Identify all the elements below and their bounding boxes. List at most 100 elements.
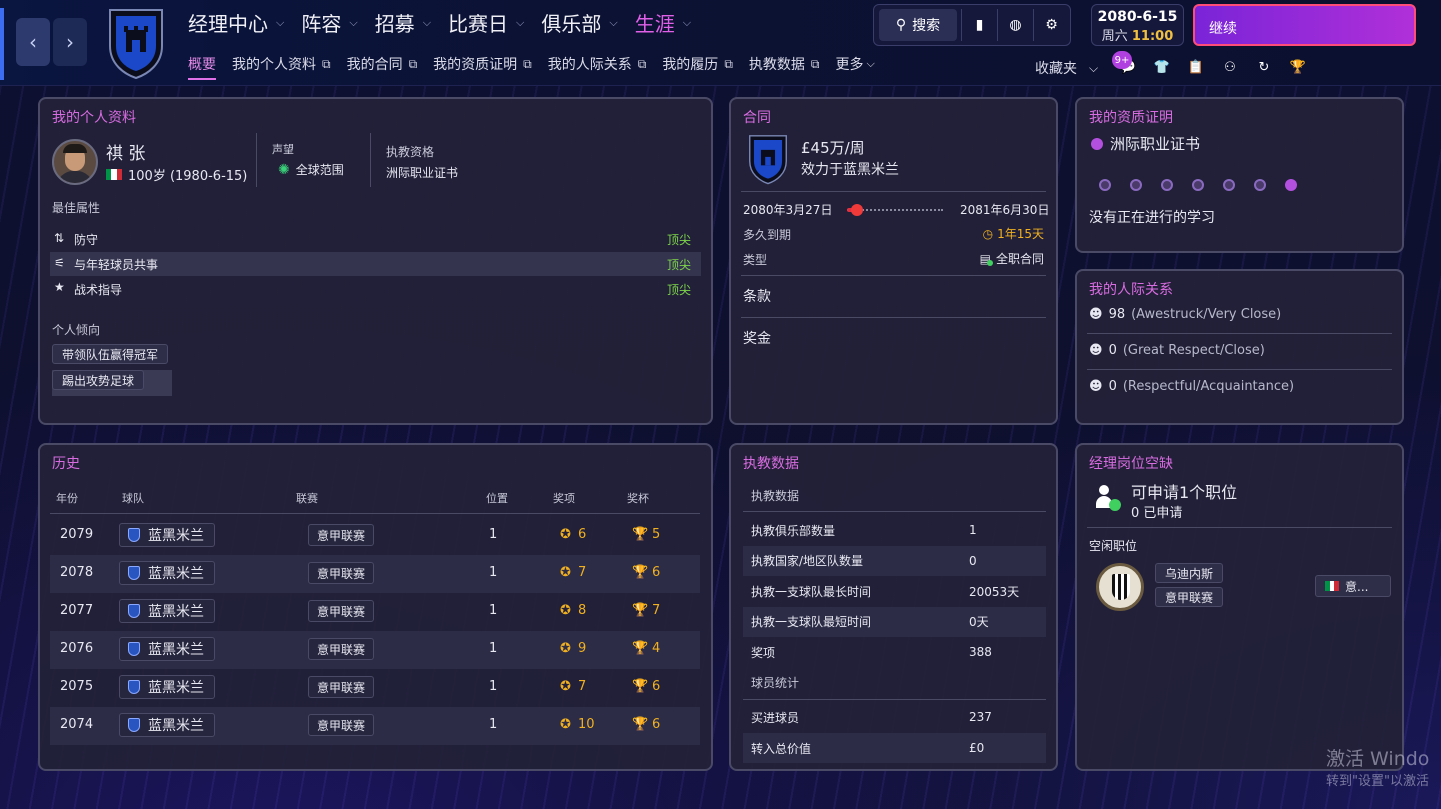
table-row[interactable]: 2075 蓝黑米兰 意甲联赛 1 ✪ 7 🏆 6 xyxy=(50,669,700,707)
panel-title[interactable]: 我的个人资料 xyxy=(52,107,136,127)
team-tag[interactable]: 蓝黑米兰 xyxy=(119,561,215,585)
league-tag[interactable]: 意甲联赛 xyxy=(308,524,375,546)
table-row[interactable]: 2078 蓝黑米兰 意甲联赛 1 ✪ 7 🏆 6 xyxy=(50,555,700,593)
tab-more[interactable]: 更多 ⌵ xyxy=(835,54,874,74)
league-tag[interactable]: 意甲联赛 xyxy=(308,562,375,584)
main-nav: 经理中心 ⌵ 阵容 ⌵ 招募 ⌵ 比赛日 ⌵ 俱乐部 ⌵ 生涯 ⌵ xyxy=(188,8,708,37)
relationship-row[interactable]: ☻ 0 (Respectful/Acquaintance) xyxy=(1089,379,1294,394)
col-header[interactable]: 球队 xyxy=(122,490,144,506)
position-cell: 1 xyxy=(489,717,498,732)
avatar xyxy=(52,139,98,185)
team-tag[interactable]: 蓝黑米兰 xyxy=(119,637,215,661)
panel-title[interactable]: 合同 xyxy=(743,107,771,127)
tab-qualifications[interactable]: 我的资质证明 ⧉ xyxy=(433,54,532,74)
team-tag[interactable]: 蓝黑米兰 xyxy=(119,675,215,699)
tab-contract[interactable]: 我的合同 ⧉ xyxy=(347,54,418,74)
trophy-icon: 🏆 xyxy=(632,565,649,580)
col-header[interactable]: 联赛 xyxy=(296,490,318,506)
external-link-icon: ⧉ xyxy=(523,56,532,71)
col-header[interactable]: 年份 xyxy=(56,490,78,506)
league-tag[interactable]: 意甲联赛 xyxy=(308,676,375,698)
league-tag[interactable]: 意甲联赛 xyxy=(308,714,375,736)
tab-overview[interactable]: 概要 xyxy=(188,54,216,80)
position-cell: 1 xyxy=(489,679,498,694)
activation-watermark-sub: 转到"设置"以激活 xyxy=(1326,774,1429,789)
awards-cell: 6 xyxy=(578,527,587,542)
vacancy-league[interactable]: 意甲联赛 xyxy=(1155,587,1224,607)
team-tag[interactable]: 蓝黑米兰 xyxy=(119,713,215,737)
shirt-icon: 👕 xyxy=(1153,59,1171,75)
scout-button[interactable]: ⚇ xyxy=(1218,55,1242,79)
game-date[interactable]: 2080-6-15 周六 11:00 xyxy=(1091,4,1184,46)
col-header[interactable]: 奖项 xyxy=(553,490,575,506)
awards-cell: 7 xyxy=(578,679,587,694)
tendency-label: 个人倾向 xyxy=(52,323,101,337)
bonus-label[interactable]: 奖金 xyxy=(743,328,771,348)
udinese-crest-icon[interactable] xyxy=(1096,563,1144,611)
continue-button[interactable]: 继续 xyxy=(1193,4,1416,46)
nav-matchday[interactable]: 比赛日 ⌵ xyxy=(448,8,524,37)
bookmark-button[interactable]: ▮ xyxy=(961,9,997,41)
clauses-label[interactable]: 条款 xyxy=(743,286,771,306)
toolbox: ⚲ 搜索 ▮ ◍ ⚙ xyxy=(873,4,1071,46)
relationship-row[interactable]: ☻ 0 (Great Respect/Close) xyxy=(1089,343,1265,358)
year-cell: 2074 xyxy=(60,717,94,732)
tab-coaching-stats[interactable]: 执教数据 ⧉ xyxy=(749,54,820,74)
kit-button[interactable]: 👕 xyxy=(1150,55,1174,79)
stat-row: 转入总价值 £0 xyxy=(743,733,1046,763)
settings-button[interactable]: ⚙ xyxy=(1033,9,1069,41)
position-cell: 1 xyxy=(489,641,498,656)
panel-title[interactable]: 执教数据 xyxy=(743,453,799,473)
trophy-button[interactable]: 🏆 xyxy=(1286,55,1310,79)
attribute-row: ⚟ 与年轻球员共事 顶尖 xyxy=(50,252,701,276)
league-tag[interactable]: 意甲联赛 xyxy=(308,638,375,660)
team-tag[interactable]: 蓝黑米兰 xyxy=(119,523,215,547)
study-status: 没有正在进行的学习 xyxy=(1089,210,1215,226)
table-row[interactable]: 2076 蓝黑米兰 意甲联赛 1 ✪ 9 🏆 4 xyxy=(50,631,700,669)
league-tag[interactable]: 意甲联赛 xyxy=(308,600,375,622)
nav-recruitment[interactable]: 招募 ⌵ xyxy=(375,8,431,37)
license-step xyxy=(1192,179,1204,191)
club-crest-icon xyxy=(128,528,140,542)
license-step xyxy=(1130,179,1142,191)
tab-profile[interactable]: 我的个人资料 ⧉ xyxy=(232,54,331,74)
header-accent xyxy=(0,8,4,80)
favorites-dropdown[interactable]: 收藏夹 ⌵ xyxy=(1035,58,1098,78)
inbox-button[interactable]: 💬9+ xyxy=(1112,51,1140,79)
panel-title[interactable]: 我的人际关系 xyxy=(1089,279,1173,299)
section-label: 球员统计 xyxy=(751,676,800,690)
table-row[interactable]: 2079 蓝黑米兰 意甲联赛 1 ✪ 6 🏆 5 xyxy=(50,517,700,555)
panel-title[interactable]: 历史 xyxy=(52,453,80,473)
inbox-badge: 9+ xyxy=(1112,51,1132,69)
tendency-chip: 踢出攻势足球 xyxy=(52,370,145,390)
nav-manager-center[interactable]: 经理中心 ⌵ xyxy=(188,8,284,37)
search-button[interactable]: ⚲ 搜索 xyxy=(879,9,957,41)
table-row[interactable]: 2074 蓝黑米兰 意甲联赛 1 ✪ 10 🏆 6 xyxy=(50,707,700,745)
globe-button[interactable]: ◍ xyxy=(997,9,1033,41)
jobs-available[interactable]: 可申请1个职位 xyxy=(1131,479,1237,503)
nav-career[interactable]: 生涯 ⌵ xyxy=(635,8,691,37)
club-crest[interactable] xyxy=(108,6,164,84)
relationship-row[interactable]: ☻ 98 (Awestruck/Very Close) xyxy=(1089,307,1281,322)
vacancy-nation[interactable]: 意... xyxy=(1315,575,1391,597)
coaching-panel: 执教数据 执教数据 执教俱乐部数量 1 执教国家/地区队数量 0 执教一支球队最长时间 2… xyxy=(729,443,1058,771)
year-cell: 2078 xyxy=(60,565,94,580)
nav-club[interactable]: 俱乐部 ⌵ xyxy=(541,8,617,37)
table-row[interactable]: 2077 蓝黑米兰 意甲联赛 1 ✪ 8 🏆 7 xyxy=(50,593,700,631)
refresh-button[interactable]: ↻ xyxy=(1252,55,1276,79)
col-header[interactable]: 奖杯 xyxy=(627,490,649,506)
col-header[interactable]: 位置 xyxy=(486,490,508,506)
history-panel: 历史 年份 球队 联赛 位置 奖项 奖杯 2079 蓝黑米兰 意甲联赛 1 ✪ 6 🏆 5 20… xyxy=(38,443,713,771)
trophy-icon: 🏆 xyxy=(632,527,649,542)
panel-title[interactable]: 经理岗位空缺 xyxy=(1089,453,1173,473)
back-button[interactable]: ‹ xyxy=(16,18,50,66)
tab-relationships[interactable]: 我的人际关系 ⧉ xyxy=(548,54,647,74)
team-tag[interactable]: 蓝黑米兰 xyxy=(119,599,215,623)
vacancy-club[interactable]: 乌迪内斯 xyxy=(1155,563,1224,583)
forward-button[interactable]: › xyxy=(53,18,87,66)
tab-history[interactable]: 我的履历 ⧉ xyxy=(662,54,733,74)
report-button[interactable]: 📋 xyxy=(1184,55,1208,79)
panel-title[interactable]: 我的资质证明 xyxy=(1089,107,1173,127)
nav-squad[interactable]: 阵容 ⌵ xyxy=(301,8,357,37)
profile-panel: 我的个人资料 祺 张 100岁 (1980-6-15) 声望 ✺ 全球范围 执教… xyxy=(38,97,713,425)
